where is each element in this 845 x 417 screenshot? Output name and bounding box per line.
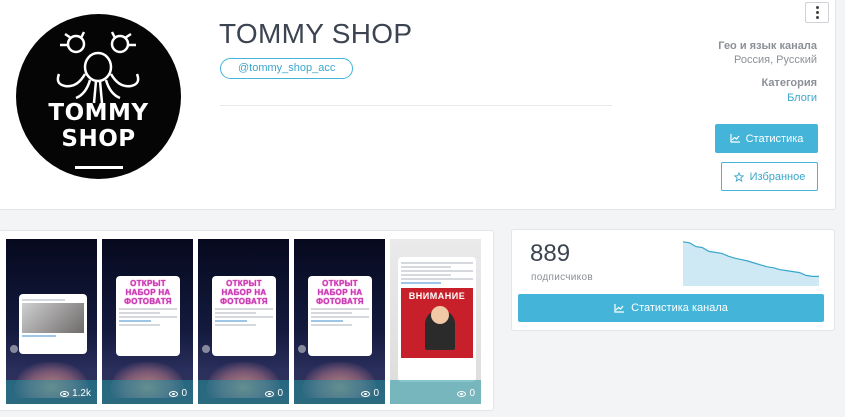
menu-dot-icon (815, 11, 819, 14)
text-line (215, 320, 247, 322)
post-preview-card (19, 294, 87, 354)
text-line (311, 308, 369, 310)
logo-underline (75, 166, 123, 169)
channel-statistics-label: Статистика канала (631, 302, 728, 314)
post-promo-text: ОТКРЫТ НАБОР НА ФОТОВАТЯ (124, 279, 172, 306)
post-promo-text: ОТКРЫТ НАБОР НА ФОТОВАТЯ (220, 279, 268, 306)
eye-icon (457, 390, 467, 397)
text-line (401, 274, 452, 276)
text-line (311, 324, 352, 326)
text-line (401, 278, 473, 280)
views-counter: 1.2k (60, 388, 91, 399)
text-line (311, 316, 369, 318)
post-thumbnail[interactable]: ОТКРЫТ НАБОР НА ФОТОВАТЯ 0 (102, 239, 193, 404)
text-line (401, 270, 473, 272)
subscribers-count: 889 (530, 240, 571, 267)
text-line (119, 320, 151, 322)
post-thumbnail[interactable]: ОТКРЫТ НАБОР НА ФОТОВАТЯ 0 (294, 239, 385, 404)
channel-statistics-button[interactable]: Статистика канала (518, 294, 824, 322)
post-preview-card: ОТКРЫТ НАБОР НА ФОТОВАТЯ (116, 276, 180, 356)
statistics-button[interactable]: Статистика (715, 124, 818, 153)
post-preview-card: ОТКРЫТ НАБОР НА ФОТОВАТЯ (212, 276, 276, 356)
post-thumbnail[interactable]: 1.2k (6, 239, 97, 404)
channel-header-card: TOMMY SHOP TOMMY SHOP @tommy_shop_acc Ге… (0, 0, 836, 210)
views-counter: 0 (457, 388, 475, 399)
geo-label: Гео и язык канала (718, 40, 817, 52)
eye-icon (265, 390, 275, 397)
statistics-button-label: Статистика (745, 132, 804, 145)
header-divider (220, 105, 612, 106)
text-line (215, 316, 273, 318)
favorite-button[interactable]: Избранное (721, 162, 818, 191)
favorite-button-label: Избранное (749, 170, 806, 183)
text-line (311, 312, 352, 314)
geo-value: Россия, Русский (734, 54, 817, 66)
views-value: 1.2k (72, 388, 91, 399)
recent-posts-card: 1.2k ОТКРЫТ НАБОР НА ФОТОВАТЯ 0 ОТКРЫТ Н… (0, 230, 494, 411)
chart-icon (730, 134, 740, 143)
eye-icon (169, 390, 179, 397)
logo-text-line2: SHOP (61, 126, 136, 152)
views-value: 0 (277, 388, 283, 399)
more-menu-button[interactable] (805, 2, 829, 23)
text-line (119, 316, 177, 318)
text-line (22, 299, 66, 301)
post-thumbnail[interactable]: ОТКРЫТ НАБОР НА ФОТОВАТЯ 0 (198, 239, 289, 404)
subscribers-sparkline (683, 241, 819, 286)
chart-icon (614, 303, 625, 313)
text-line (401, 282, 441, 284)
channel-avatar: TOMMY SHOP (16, 14, 181, 179)
poster-headline: ВНИМАНИЕ (408, 291, 466, 301)
star-icon (733, 171, 744, 182)
play-icon (202, 345, 210, 353)
post-preview-card: ОТКРЫТ НАБОР НА ФОТОВАТЯ (308, 276, 372, 356)
eye-icon (361, 390, 371, 397)
post-photo (22, 303, 84, 333)
subscribers-card: 889 подписчиков Статистика канала (511, 229, 835, 331)
play-icon (10, 345, 18, 353)
post-thumbnail[interactable]: ВНИМАНИЕ 0 (390, 239, 481, 404)
menu-dot-icon (815, 16, 819, 19)
text-line (311, 320, 343, 322)
views-value: 0 (373, 388, 379, 399)
category-label: Категория (761, 77, 817, 89)
text-line (215, 324, 256, 326)
menu-dot-icon (815, 6, 819, 9)
text-line (119, 308, 177, 310)
category-link[interactable]: Блоги (787, 92, 817, 104)
post-promo-text: ОТКРЫТ НАБОР НА ФОТОВАТЯ (316, 279, 364, 306)
logo-text-line1: TOMMY (48, 100, 149, 126)
eye-icon (60, 390, 70, 397)
views-counter: 0 (169, 388, 187, 399)
channel-title: TOMMY SHOP (219, 18, 413, 49)
subscribers-label: подписчиков (531, 272, 593, 283)
views-value: 0 (469, 388, 475, 399)
views-value: 0 (181, 388, 187, 399)
views-counter: 0 (361, 388, 379, 399)
text-line (22, 335, 57, 337)
text-line (119, 324, 160, 326)
channel-handle-link[interactable]: @tommy_shop_acc (220, 58, 354, 79)
text-line (401, 262, 473, 264)
text-line (215, 312, 256, 314)
post-preview-card: ВНИМАНИЕ (398, 257, 476, 382)
play-icon (298, 345, 306, 353)
octopus-logo-icon (56, 31, 140, 104)
text-line (401, 266, 452, 268)
views-counter: 0 (265, 388, 283, 399)
text-line (119, 312, 160, 314)
text-line (215, 308, 273, 310)
poster-face (431, 306, 449, 324)
post-poster: ВНИМАНИЕ (401, 288, 473, 358)
